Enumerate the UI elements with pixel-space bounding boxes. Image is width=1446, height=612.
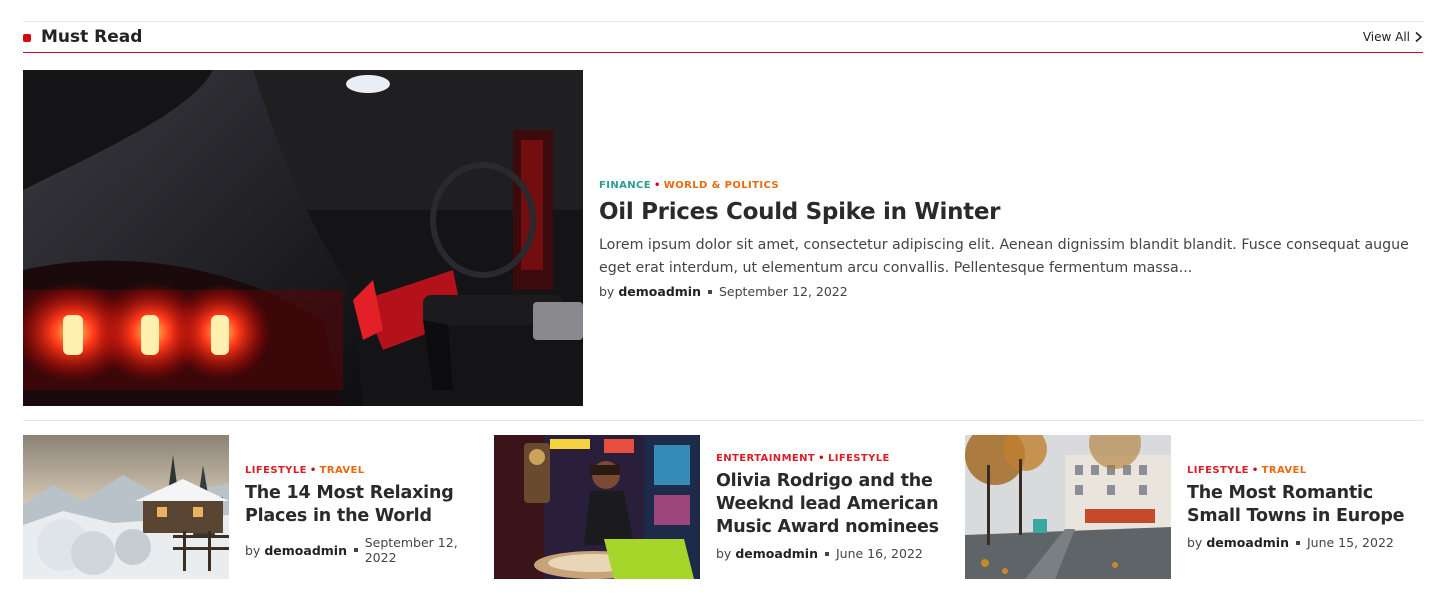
meta-separator-icon <box>353 548 358 552</box>
row-divider <box>23 420 1423 421</box>
meta-separator-icon <box>824 551 829 556</box>
post-image-autumn-street[interactable] <box>965 435 1171 579</box>
featured-post-excerpt: Lorem ipsum dolor sit amet, consectetur … <box>599 237 1409 276</box>
author-link[interactable]: demoadmin <box>618 284 701 299</box>
category-link-travel[interactable]: TRAVEL <box>1262 465 1307 476</box>
view-all-label: View All <box>1362 30 1410 44</box>
author-link[interactable]: demoadmin <box>735 546 818 561</box>
section-title: Must Read <box>41 27 143 47</box>
post-image-woman-arcade[interactable] <box>494 435 700 579</box>
post-card-text: LIFESTYLE • TRAVEL The Most Romantic Small… <box>1187 465 1427 550</box>
featured-post: FINANCE • WORLD & POLITICS Oil Prices Coul… <box>23 70 1423 406</box>
category-separator-icon: • <box>309 465 317 476</box>
must-read-section: Must Read View All <box>23 21 1423 53</box>
post-date: June 15, 2022 <box>1306 535 1394 550</box>
post-card: LIFESTYLE • TRAVEL The 14 Most Relaxing Pl… <box>23 435 483 579</box>
post-meta: by demoadmin June 15, 2022 <box>1187 535 1427 550</box>
author-link[interactable]: demoadmin <box>1206 535 1289 550</box>
post-title[interactable]: The 14 Most Relaxing Places in the World <box>245 482 485 528</box>
post-categories: ENTERTAINMENT • LIFESTYLE <box>716 453 956 464</box>
author-link[interactable]: demoadmin <box>264 543 347 558</box>
section-title-wrap: Must Read <box>23 27 142 47</box>
post-card-text: LIFESTYLE • TRAVEL The 14 Most Relaxing Pl… <box>245 465 485 565</box>
by-label: by <box>599 284 615 299</box>
by-label: by <box>245 542 261 558</box>
category-separator-icon: • <box>654 180 661 191</box>
post-card-text: ENTERTAINMENT • LIFESTYLE Olivia Rodrigo a… <box>716 453 956 561</box>
category-link-travel[interactable]: TRAVEL <box>320 465 365 476</box>
category-separator-icon: • <box>1251 465 1259 476</box>
view-all-link[interactable]: View All <box>1363 30 1423 44</box>
category-link-lifestyle[interactable]: LIFESTYLE <box>828 453 890 464</box>
category-link-entertainment[interactable]: ENTERTAINMENT <box>716 453 815 464</box>
category-separator-icon: • <box>818 453 825 464</box>
category-link-lifestyle[interactable]: LIFESTYLE <box>1187 465 1249 476</box>
post-date: June 16, 2022 <box>835 546 923 561</box>
category-link-lifestyle[interactable]: LIFESTYLE <box>245 465 307 476</box>
post-title[interactable]: The Most Romantic Small Towns in Europe <box>1187 482 1427 528</box>
by-label: by <box>1187 535 1203 550</box>
featured-post-meta: by demoadmin September 12, 2022 <box>599 284 1419 299</box>
featured-post-image[interactable] <box>23 70 583 406</box>
category-link-world-politics[interactable]: WORLD & POLITICS <box>664 180 779 191</box>
meta-separator-icon <box>707 289 712 294</box>
by-label: by <box>716 546 732 561</box>
post-card: ENTERTAINMENT • LIFESTYLE Olivia Rodrigo a… <box>494 435 954 579</box>
featured-post-title[interactable]: Oil Prices Could Spike in Winter <box>599 199 1419 225</box>
post-categories: LIFESTYLE • TRAVEL <box>245 465 485 476</box>
post-date: September 12, 2022 <box>718 284 848 299</box>
chevron-right-icon <box>1415 31 1423 43</box>
post-categories: LIFESTYLE • TRAVEL <box>1187 465 1427 476</box>
post-meta: by demoadmin June 16, 2022 <box>716 546 956 561</box>
post-image-snowy-cabin[interactable] <box>23 435 229 579</box>
section-marker-icon <box>23 33 31 42</box>
featured-post-text: FINANCE • WORLD & POLITICS Oil Prices Coul… <box>599 180 1419 299</box>
post-date: September 12, 2022 <box>364 535 458 565</box>
post-meta: by demoadmin September 12, 2022 <box>245 535 485 565</box>
post-title[interactable]: Olivia Rodrigo and the Weeknd lead Ameri… <box>716 470 956 539</box>
section-header: Must Read View All <box>23 22 1423 53</box>
post-card: LIFESTYLE • TRAVEL The Most Romantic Small… <box>965 435 1425 579</box>
category-link-finance[interactable]: FINANCE <box>599 180 651 191</box>
featured-post-categories: FINANCE • WORLD & POLITICS <box>599 180 1419 191</box>
meta-separator-icon <box>1295 540 1300 545</box>
